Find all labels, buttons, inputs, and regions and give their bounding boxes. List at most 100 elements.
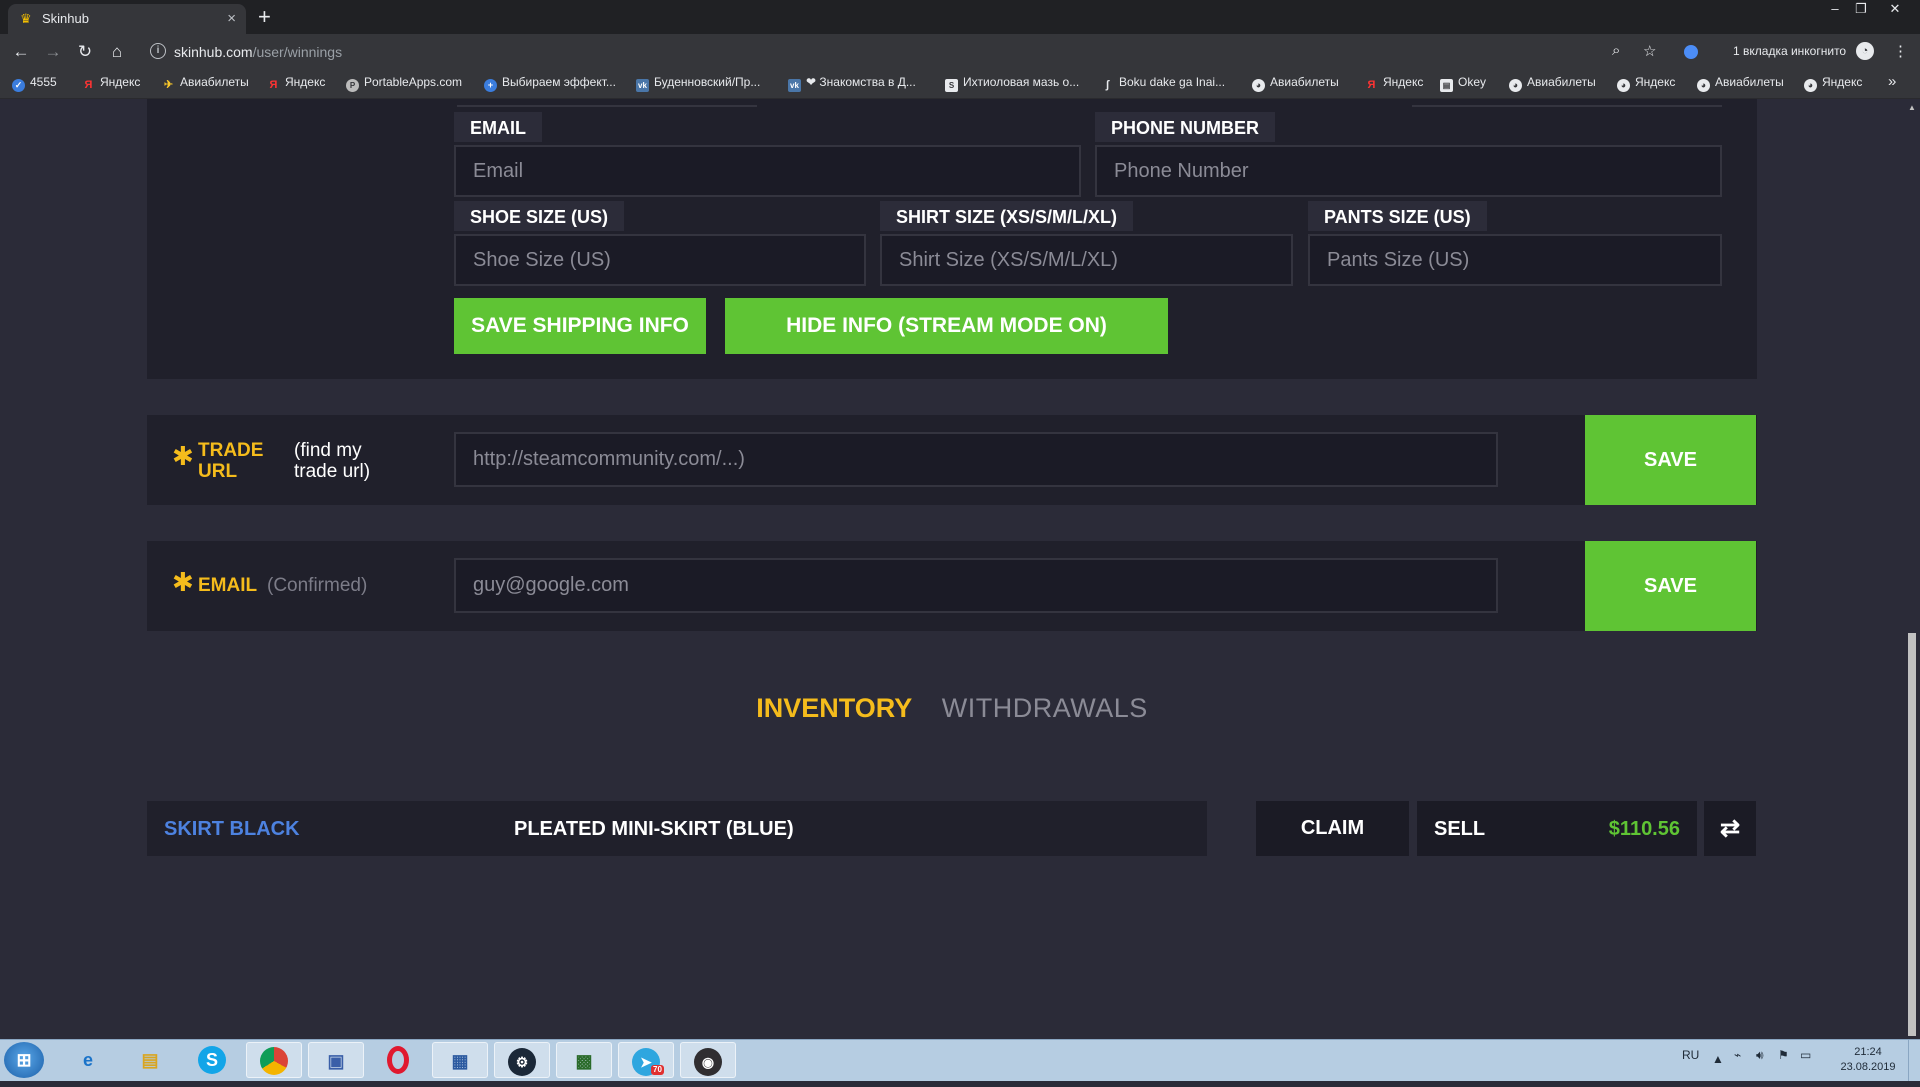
language-indicator[interactable]: RU — [1682, 1048, 1699, 1062]
hide-info-button[interactable]: HIDE INFO (STREAM MODE ON) — [725, 298, 1168, 354]
volume-icon[interactable]: 🔊︎ — [1756, 1048, 1764, 1063]
chrome-icon[interactable] — [246, 1042, 302, 1078]
bookmark-item[interactable]: ◕ Яндекс — [1804, 75, 1862, 92]
item-name: PLEATED MINI-SKIRT (BLUE) — [514, 818, 794, 840]
display-icon[interactable]: ▭ — [1800, 1048, 1811, 1062]
bookmarks-bar: » ✓ 4555 Я Яндекс ✈ Авиабилеты Я Яндекс P Portabl… — [0, 70, 1920, 99]
bookmark-item[interactable]: ▤ Okey — [1440, 75, 1486, 92]
find-trade-url-link[interactable]: (find my trade url) — [294, 440, 404, 482]
bookmark-item[interactable]: P PortableApps.com — [346, 75, 462, 92]
page-content: EMAIL PHONE NUMBER SHOE SIZE (US) SHIRT … — [0, 99, 1904, 1039]
yandex-icon: Я — [1367, 79, 1376, 91]
computer-app-icon[interactable]: ▣ — [308, 1042, 364, 1078]
bookmark-item[interactable]: ◕ Авиабилеты — [1509, 75, 1596, 92]
inventory-tabs: INVENTORY WITHDRAWALS — [0, 693, 1904, 724]
internet-explorer-icon[interactable]: e — [60, 1042, 116, 1078]
obs-icon[interactable]: ◉ — [680, 1042, 736, 1078]
bookmark-item[interactable]: vk Буденновский/Пр... — [636, 75, 760, 92]
control-panel-icon[interactable]: ▦ — [432, 1042, 488, 1078]
url-text[interactable]: skinhub.com/user/winnings — [174, 44, 342, 60]
bookmark-star-icon[interactable]: ☆ — [1643, 42, 1656, 60]
sell-button[interactable]: SELL $110.56 — [1417, 801, 1697, 856]
terminal-icon[interactable]: ▩ — [556, 1042, 612, 1078]
phone-input[interactable] — [1095, 145, 1722, 197]
shirt-size-input[interactable] — [880, 234, 1293, 286]
incognito-label[interactable]: 1 вкладка инкогнито — [1733, 44, 1846, 58]
scroll-down-icon[interactable]: ▼ — [1904, 1024, 1920, 1038]
network-icon[interactable]: ⌁ — [1734, 1048, 1741, 1062]
clock-date: 23.08.2019 — [1840, 1061, 1896, 1073]
shipping-email-input[interactable] — [454, 145, 1081, 197]
pants-size-input[interactable] — [1308, 234, 1722, 286]
save-trade-url-button[interactable]: SAVE — [1585, 415, 1756, 505]
bookmark-item[interactable]: ◕ Яндекс — [1617, 75, 1675, 92]
bookmark-item[interactable]: ʃ Boku dake ga Inai... — [1101, 75, 1225, 92]
more-bookmarks-icon[interactable]: » — [1888, 73, 1896, 90]
inventory-item-row: SKIRT BLACK PLEATED MINI-SKIRT (BLUE) — [147, 801, 1207, 856]
s-script-icon: ʃ — [1105, 79, 1110, 91]
bookmark-item[interactable]: ✈ Авиабилеты — [162, 75, 249, 92]
phone-field-label: PHONE NUMBER — [1095, 112, 1276, 142]
claim-button[interactable]: CLAIM — [1256, 801, 1409, 856]
bookmark-label: Авиабилеты — [1715, 75, 1784, 89]
site-info-icon[interactable]: i — [150, 43, 166, 59]
scrollbar-thumb[interactable] — [1908, 633, 1916, 1036]
bookmark-item[interactable]: ✓ 4555 — [12, 75, 57, 92]
extension-icon[interactable] — [1684, 45, 1698, 59]
action-center-flag-icon[interactable]: ⚑ — [1778, 1048, 1789, 1062]
bookmark-item[interactable]: Я Яндекс — [267, 75, 326, 92]
trade-url-input[interactable] — [454, 432, 1498, 487]
bookmark-item[interactable]: S Ихтиоловая мазь о... — [945, 75, 1079, 92]
previous-field-edge — [457, 99, 757, 107]
file-explorer-icon[interactable]: ▤ — [122, 1042, 178, 1078]
previous-field-edge — [1412, 99, 1722, 107]
bookmark-item[interactable]: Я Яндекс — [82, 75, 141, 92]
windows-taskbar: ⊞ e ▤ S ▣ ▦ ⚙ ▩ ➤ 70 ◉ RU ▲ ⌁ 🔊︎ ⚑ ▭ 21:2… — [0, 1039, 1920, 1081]
bookmark-item[interactable]: Я Яндекс — [1365, 75, 1424, 92]
home-icon[interactable]: ⌂ — [106, 41, 128, 63]
show-desktop-button[interactable] — [1908, 1040, 1920, 1081]
trade-url-label: TRADE URL — [198, 440, 264, 482]
bookmark-label: Выбираем эффект... — [502, 75, 616, 89]
bookmark-item[interactable]: + Выбираем эффект... — [484, 75, 616, 92]
tray-expand-icon[interactable]: ▲ — [1712, 1052, 1724, 1066]
save-email-button[interactable]: SAVE — [1585, 541, 1756, 631]
close-window-icon[interactable]: ✕ — [1882, 0, 1908, 20]
address-bar[interactable]: i skinhub.com/user/winnings — [140, 38, 1440, 66]
system-clock[interactable]: 21:24 23.08.2019 — [1832, 1045, 1904, 1075]
tab-withdrawals[interactable]: WITHDRAWALS — [942, 693, 1148, 724]
bookmark-item[interactable]: ◕ Авиабилеты — [1252, 75, 1339, 92]
vk-icon: vk — [636, 79, 649, 92]
bookmark-label: Авиабилеты — [1527, 75, 1596, 89]
restore-icon[interactable]: ❐ — [1848, 0, 1874, 20]
browser-tab[interactable]: ♛ Skinhub × — [8, 4, 246, 34]
forward-icon[interactable]: → — [42, 41, 64, 63]
bookmark-item[interactable]: vk ❤ Знакомства в Д... — [788, 75, 916, 92]
tab-inventory[interactable]: INVENTORY — [756, 693, 912, 724]
shoe-size-input[interactable] — [454, 234, 866, 286]
sell-label: SELL — [1434, 818, 1486, 840]
url-host: skinhub.com — [174, 44, 253, 60]
pants-size-label: PANTS SIZE (US) — [1308, 201, 1487, 231]
scroll-up-icon[interactable]: ▲ — [1904, 101, 1920, 115]
bookmark-label: Яндекс — [100, 75, 141, 89]
zoom-icon[interactable]: ⌕ — [1612, 42, 1620, 59]
new-tab-icon[interactable]: + — [258, 4, 271, 30]
bookmark-item[interactable]: ◕ Авиабилеты — [1697, 75, 1784, 92]
reload-icon[interactable]: ↻ — [74, 41, 96, 63]
menu-icon[interactable]: ⋮ — [1893, 42, 1908, 60]
save-shipping-button[interactable]: SAVE SHIPPING INFO — [454, 298, 706, 354]
skype-icon[interactable]: S — [198, 1046, 226, 1074]
bookmark-label: Ихтиоловая мазь о... — [963, 75, 1080, 89]
steam-icon[interactable]: ⚙ — [494, 1042, 550, 1078]
minimize-icon[interactable]: – — [1822, 0, 1848, 20]
incognito-icon[interactable]: ◔ — [1856, 42, 1874, 60]
exchange-icon[interactable]: ⇄ — [1704, 801, 1756, 856]
windows-start-icon[interactable]: ⊞ — [4, 1042, 44, 1078]
back-icon[interactable]: ← — [10, 41, 32, 63]
telegram-icon[interactable]: ➤ 70 — [618, 1042, 674, 1078]
email-input[interactable] — [454, 558, 1498, 613]
opera-icon[interactable] — [370, 1042, 426, 1078]
close-tab-icon[interactable]: × — [227, 10, 236, 27]
shoe-size-label: SHOE SIZE (US) — [454, 201, 625, 231]
